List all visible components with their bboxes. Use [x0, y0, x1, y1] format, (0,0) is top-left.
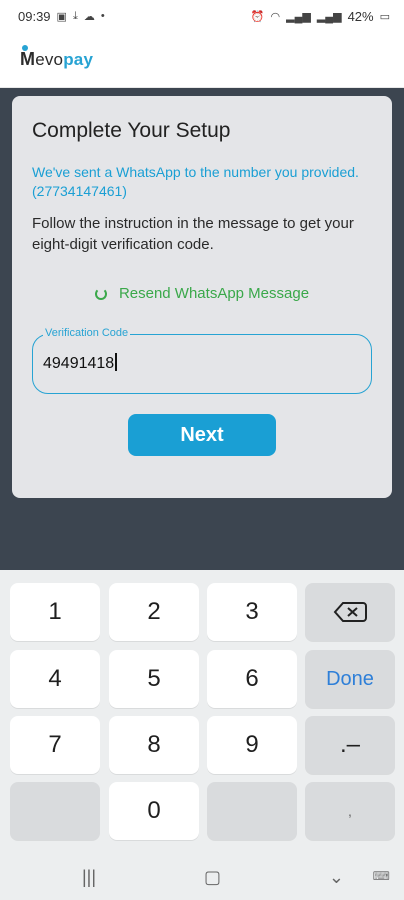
text-caret	[115, 353, 117, 371]
dot-dash-key[interactable]: .–	[305, 716, 395, 774]
key-5[interactable]: 5	[109, 650, 199, 708]
refresh-icon	[94, 287, 107, 300]
logo-letter-m: M	[20, 45, 35, 70]
battery-icon: ▭	[379, 10, 390, 23]
whatsapp-sent-message: We've sent a WhatsApp to the number you …	[32, 164, 359, 199]
app-header: M evo pay	[0, 32, 404, 88]
resend-whatsapp-link[interactable]: Resend WhatsApp Message	[32, 285, 372, 302]
verification-code-field[interactable]: Verification Code 49491418	[32, 327, 372, 394]
signal-icon-2: ▂▄▆	[316, 10, 342, 23]
comma-key[interactable]: ,	[305, 782, 395, 840]
card-title: Complete Your Setup	[32, 119, 231, 142]
alarm-icon: ⏰	[250, 10, 265, 23]
home-icon[interactable]: ▢	[204, 867, 221, 888]
numeric-keyboard: 1 2 3 4 5 6 Done 7 8 9 .– 0 ,	[0, 570, 404, 854]
logo-dot-icon	[22, 45, 28, 51]
verification-code-input[interactable]: 49491418	[43, 353, 117, 373]
next-button[interactable]: Next	[128, 414, 276, 456]
blank-key-right	[207, 782, 297, 840]
backspace-icon	[333, 602, 367, 622]
app-logo: M evo pay	[20, 45, 94, 70]
key-9[interactable]: 9	[207, 716, 297, 774]
battery-percent: 42%	[347, 8, 374, 24]
key-2[interactable]: 2	[109, 583, 199, 641]
wifi-icon: ◠	[270, 10, 281, 23]
keyboard-toggle-icon[interactable]: ⌨	[373, 869, 390, 883]
system-nav-bar: ||| ▢ ⌄ ⌨	[0, 854, 404, 900]
blank-key-left	[10, 782, 100, 840]
status-left: 09:39 ▣ ⤓ ☁ •	[18, 9, 105, 24]
status-time: 09:39	[18, 8, 51, 24]
backspace-key[interactable]	[305, 583, 395, 641]
status-right: ⏰ ◠ ▂▄▆ ▂▄▆ 42% ▭	[251, 9, 390, 24]
key-1[interactable]: 1	[10, 583, 100, 641]
key-6[interactable]: 6	[207, 650, 297, 708]
signal-icon: ▂▄▆	[286, 10, 311, 23]
download-icon: ⤓	[72, 9, 78, 22]
dot-icon: •	[100, 10, 105, 22]
logo-evo: evo	[35, 50, 64, 69]
gallery-icon: ▣	[56, 10, 67, 23]
setup-card: Complete Your Setup We've sent a WhatsAp…	[12, 96, 392, 498]
recent-apps-icon[interactable]: |||	[82, 867, 96, 888]
logo-pay: pay	[63, 50, 94, 69]
instruction-text: Follow the instruction in the message to…	[32, 215, 354, 253]
key-0[interactable]: 0	[109, 782, 199, 840]
back-icon[interactable]: ⌄	[329, 867, 344, 888]
key-4[interactable]: 4	[10, 650, 100, 708]
done-key[interactable]: Done	[305, 650, 395, 708]
verification-code-label: Verification Code	[43, 327, 131, 339]
status-bar: 09:39 ▣ ⤓ ☁ • ⏰ ◠ ▂▄▆ ▂▄▆ 42% ▭	[0, 0, 404, 32]
cloud-icon: ☁	[83, 10, 95, 23]
key-3[interactable]: 3	[207, 583, 297, 641]
key-8[interactable]: 8	[109, 716, 199, 774]
key-7[interactable]: 7	[10, 716, 100, 774]
resend-label: Resend WhatsApp Message	[118, 285, 310, 302]
